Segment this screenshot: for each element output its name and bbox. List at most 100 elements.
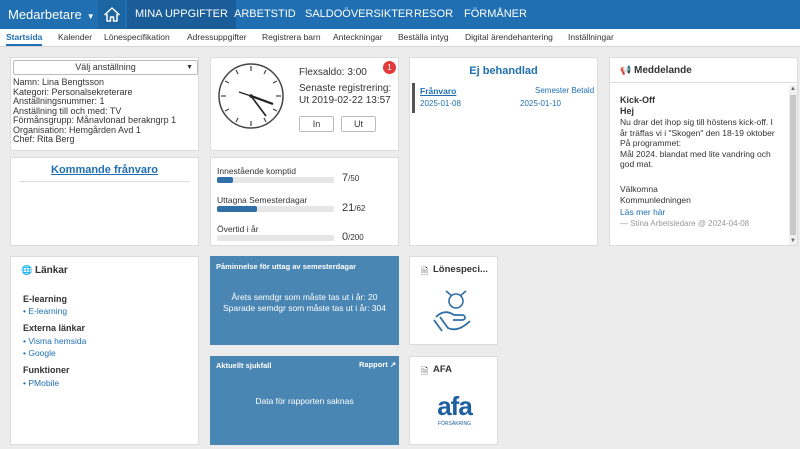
pending-date-to: 2025-01-10 (520, 99, 561, 108)
balance-fill-komptid (217, 177, 234, 183)
balance-value-overtid: 0/200 (342, 231, 364, 243)
message-subject: Kick-Off (620, 95, 656, 105)
tab-startsida[interactable]: Startsida (6, 29, 43, 46)
tab-installningar[interactable]: Inställningar (568, 29, 614, 46)
tab-bestalla-intyg[interactable]: Beställa intyg (398, 29, 449, 46)
clock-in-button[interactable]: In (299, 116, 334, 132)
nav-formaner[interactable]: FÖRMÅNER (456, 0, 535, 29)
payslip-tile[interactable]: 🗎 Lönespeci... (409, 256, 498, 345)
sick-leave-tile[interactable]: Aktuellt sjukfall Rapport ↗ Data för rap… (210, 356, 399, 445)
message-line-5: god mat. (620, 159, 654, 169)
afa-tile[interactable]: 🗎 AFA afa FÖRSÄKRING (409, 356, 498, 445)
balance-label-komptid: Innestående komptid (217, 166, 296, 176)
message-panel: 📢 Meddelande Kick-Off Hej Nu drar det ih… (609, 57, 798, 246)
report-link[interactable]: Rapport ↗ (359, 360, 396, 369)
link-label: Google (28, 348, 56, 358)
nav-saldooversikter[interactable]: SALDOÖVERSIKTER (297, 0, 421, 29)
tab-anteckningar[interactable]: Anteckningar (333, 29, 383, 46)
pending-title: Ej behandlad (469, 65, 538, 77)
employee-panel: Välj anställning ▼ Namn: Lina Bengtsson … (10, 57, 199, 151)
links-heading-functions: Funktioner (23, 365, 70, 375)
pending-date-from: 2025-01-08 (420, 99, 461, 108)
message-footer: — Stina Arbetsledare @ 2024-04-08 (620, 219, 750, 228)
link-visma[interactable]: • Visma hemsida (23, 336, 86, 346)
tab-registrera-barn[interactable]: Registrera barn (262, 29, 321, 46)
employment-select-label: Välj anställning (75, 62, 136, 72)
money-hand-icon (433, 290, 471, 332)
home-button[interactable] (98, 0, 125, 29)
last-registration-value: Ut 2019-02-22 13:57 (299, 95, 391, 106)
nav-arbetstid[interactable]: ARBETSTID (226, 0, 304, 29)
home-icon (103, 7, 120, 22)
afa-logo: afa (437, 391, 473, 421)
link-label: PMobile (28, 378, 60, 388)
role-dropdown[interactable]: Medarbetare ▼ (8, 0, 95, 29)
last-registration-label: Senaste registrering: (299, 83, 392, 94)
pending-status: Semester Betald (535, 86, 595, 95)
message-greeting: Hej (620, 106, 635, 116)
upcoming-absence-title[interactable]: Kommande frånvaro (11, 164, 198, 176)
globe-icon: 🌐 (21, 265, 33, 275)
vacation-reminder-line-2: Sparade semdgr som måste tas ut i år: 30… (223, 303, 386, 313)
scroll-up-icon[interactable]: ▲ (790, 86, 796, 92)
balance-fill-semester (217, 206, 257, 212)
time-clock-panel: Flexsaldo: 3:00 1 Senaste registrering: … (210, 57, 399, 151)
payslip-title: Lönespeci... (433, 264, 488, 275)
document-icon: 🗎 (421, 266, 429, 276)
nav-mina-uppgifter[interactable]: MINA UPPGIFTER (127, 0, 236, 29)
links-title: Länkar (35, 265, 68, 276)
employment-select[interactable]: Välj anställning ▼ (13, 60, 198, 75)
message-line-4: Mål 2024. blandat med lite vandring och (620, 148, 771, 159)
employee-manager: Chef: Rita Berg (13, 134, 75, 144)
vacation-reminder-tile[interactable]: Påminnelse för uttag av semesterdagar År… (210, 256, 399, 345)
read-more-link[interactable]: Läs mer här (620, 207, 665, 217)
tab-digital-arendehantering[interactable]: Digital ärendehantering (465, 29, 553, 46)
message-line-1: Nu drar det ihop sig till höstens kick-o… (620, 117, 773, 127)
balance-value-semester: 21/62 (342, 202, 365, 214)
balance-value: 21 (342, 202, 355, 214)
scroll-down-icon[interactable]: ▼ (790, 238, 796, 244)
notification-badge[interactable]: 1 (383, 61, 396, 74)
balance-bar-overtid (217, 235, 334, 241)
tab-kalender[interactable]: Kalender (58, 29, 92, 46)
message-signoff-1: Välkomna (620, 184, 658, 194)
clock-out-button[interactable]: Ut (341, 116, 376, 132)
nav-resor[interactable]: RESOR (406, 0, 461, 29)
pending-item[interactable]: Frånvaro Semester Betald 2025-01-08 2025… (412, 83, 595, 113)
message-scrollbar[interactable]: ▲ ▼ (789, 85, 797, 245)
pending-type[interactable]: Frånvaro (420, 86, 456, 96)
sick-leave-title: Aktuellt sjukfall (216, 361, 272, 370)
link-elearning[interactable]: • E-learning (23, 306, 67, 316)
external-link-icon: ↗ (389, 360, 397, 369)
message-line-3: På programmet: (620, 138, 681, 148)
link-label: E-learning (28, 306, 68, 316)
megaphone-icon: 📢 (620, 65, 632, 75)
vacation-reminder-title: Påminnelse för uttag av semesterdagar (216, 262, 357, 271)
flex-balance: Flexsaldo: 3:00 (299, 67, 367, 78)
report-label: Rapport (359, 360, 388, 369)
balance-bar-komptid (217, 177, 334, 183)
document-icon: 🗎 (421, 366, 429, 376)
divider (19, 181, 190, 182)
balance-bar-semester (217, 206, 334, 212)
message-title: Meddelande (634, 65, 692, 76)
top-bar: Medarbetare ▼ MINA UPPGIFTER ARBETSTID SA… (0, 0, 800, 29)
message-signoff-2: Kommunledningen (620, 195, 691, 205)
link-pmobile[interactable]: • PMobile (23, 378, 59, 388)
balance-label-semester: Uttagna Semesterdagar (217, 195, 308, 205)
clock-icon (218, 63, 284, 129)
balance-total: /200 (348, 233, 364, 242)
tab-lonespecifikation[interactable]: Lönespecifikation (104, 29, 170, 46)
link-google[interactable]: • Google (23, 348, 56, 358)
tab-adressuppgifter[interactable]: Adressuppgifter (187, 29, 247, 46)
sub-nav: Startsida Kalender Lönespecifikation Adr… (0, 29, 800, 47)
role-label: Medarbetare (8, 7, 82, 22)
vacation-reminder-line-1: Årets semdgr som måste tas ut i år: 20 (231, 292, 378, 302)
links-heading-elearning: E-learning (23, 294, 68, 304)
scroll-thumb[interactable] (790, 95, 796, 235)
message-header: 📢 Meddelande (610, 58, 797, 83)
afa-logo-sub: FÖRSÄKRING (437, 421, 472, 427)
link-label: Visma hemsida (28, 336, 87, 346)
afa-title: AFA (433, 364, 452, 375)
balance-label-overtid: Övertid i år (217, 224, 259, 234)
